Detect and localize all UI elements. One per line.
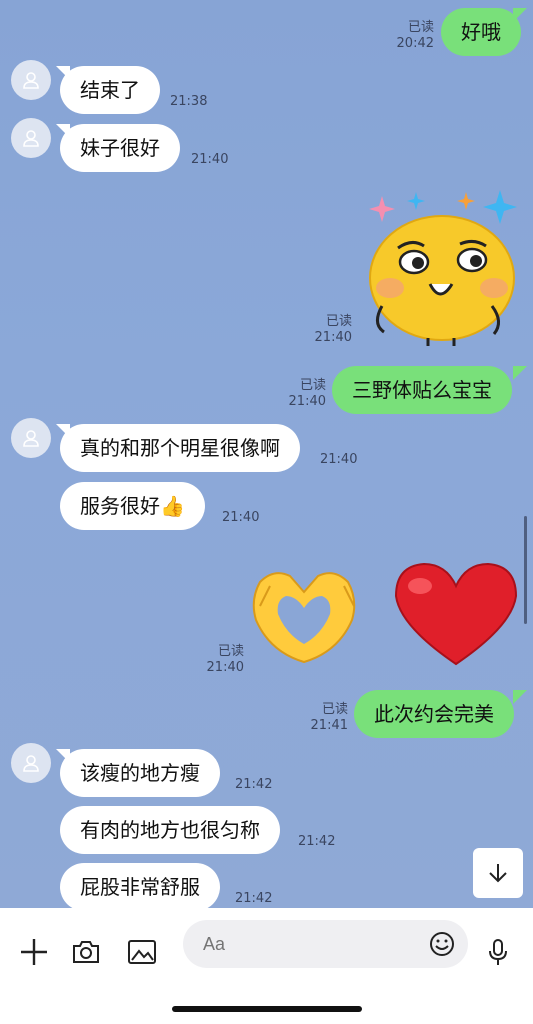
message-time: 20:42 bbox=[396, 36, 434, 51]
camera-button[interactable] bbox=[66, 928, 106, 976]
read-status: 已读 bbox=[299, 378, 326, 393]
bubble-tail bbox=[513, 366, 527, 380]
avatar[interactable] bbox=[11, 118, 51, 158]
image-icon bbox=[128, 940, 156, 964]
message-input-container bbox=[183, 920, 468, 968]
incoming-message[interactable]: 真的和那个明星很像啊 bbox=[60, 424, 300, 472]
message-time: 21:40 bbox=[222, 510, 260, 525]
person-icon bbox=[23, 72, 39, 89]
person-icon bbox=[23, 130, 39, 147]
message-time: 21:40 bbox=[191, 152, 229, 167]
scroll-to-bottom-button[interactable] bbox=[473, 848, 523, 898]
outgoing-message[interactable]: 好哦 bbox=[441, 8, 521, 56]
emoji-button[interactable] bbox=[428, 930, 456, 958]
read-status: 已读 bbox=[321, 702, 348, 717]
message-time: 21:38 bbox=[170, 94, 208, 109]
avatar[interactable] bbox=[11, 60, 51, 100]
person-icon bbox=[23, 430, 39, 447]
read-status: 已读 bbox=[217, 644, 244, 659]
avatar[interactable] bbox=[11, 743, 51, 783]
message-time: 21:40 bbox=[320, 452, 358, 467]
avatar[interactable] bbox=[11, 418, 51, 458]
incoming-message[interactable]: 屁股非常舒服 bbox=[60, 863, 220, 908]
incoming-message[interactable]: 有肉的地方也很匀称 bbox=[60, 806, 280, 854]
plus-icon bbox=[21, 939, 47, 965]
message-time: 21:42 bbox=[235, 891, 273, 906]
smug-face-sticker[interactable] bbox=[362, 186, 522, 348]
incoming-message[interactable]: 该瘦的地方瘦 bbox=[60, 749, 220, 797]
message-time: 21:40 bbox=[314, 330, 352, 345]
message-time: 21:41 bbox=[310, 718, 348, 733]
incoming-message[interactable]: 妹子很好 bbox=[60, 124, 180, 172]
home-indicator bbox=[172, 1006, 362, 1012]
photo-button[interactable] bbox=[122, 928, 162, 976]
outgoing-message[interactable]: 此次约会完美 bbox=[354, 690, 514, 738]
person-icon bbox=[23, 755, 39, 772]
heart-hands-and-red-heart[interactable] bbox=[250, 556, 520, 670]
outgoing-message[interactable]: 三野体贴么宝宝 bbox=[332, 366, 512, 414]
smiley-icon bbox=[430, 932, 454, 956]
incoming-message[interactable]: 结束了 bbox=[60, 66, 160, 114]
arrow-down-icon bbox=[489, 864, 507, 883]
message-time: 21:40 bbox=[288, 394, 326, 409]
read-status: 已读 bbox=[407, 20, 434, 35]
message-time: 21:42 bbox=[298, 834, 336, 849]
scrollbar[interactable] bbox=[524, 516, 527, 624]
message-input[interactable] bbox=[203, 920, 423, 968]
camera-icon bbox=[73, 941, 99, 963]
microphone-icon bbox=[489, 939, 507, 965]
message-time: 21:42 bbox=[235, 777, 273, 792]
message-time: 21:40 bbox=[206, 660, 244, 675]
add-button[interactable] bbox=[14, 928, 54, 976]
bubble-tail bbox=[513, 8, 527, 22]
microphone-button[interactable] bbox=[478, 928, 518, 976]
bubble-tail bbox=[513, 690, 527, 704]
read-status: 已读 bbox=[325, 314, 352, 329]
incoming-message[interactable]: 服务很好👍 bbox=[60, 482, 205, 530]
chat-area[interactable]: 已读 20:42 好哦 结束了 21:38 妹子很好 21:40 已读 21:4… bbox=[0, 0, 533, 908]
